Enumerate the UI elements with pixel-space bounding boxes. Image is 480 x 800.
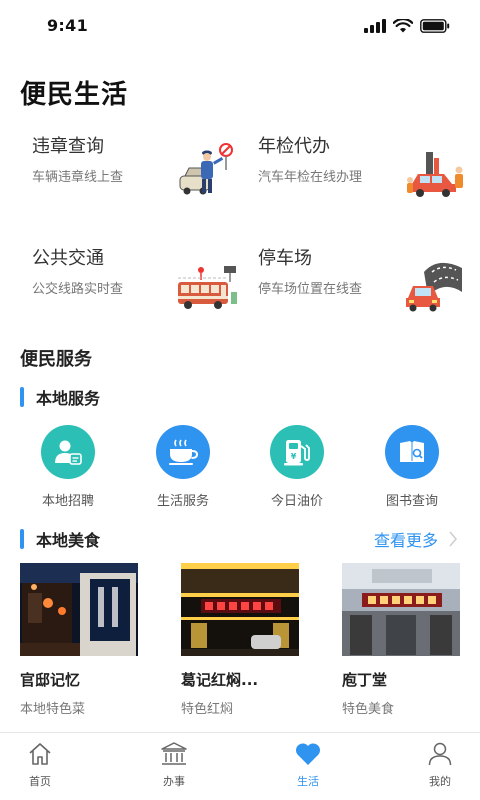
tab-life[interactable]: 生活 [268,739,348,789]
feature-title: 公共交通 [32,248,104,269]
bottom-tab-bar: 首页 办事 生活 我的 [0,732,480,800]
status-icons [364,18,450,34]
restaurant-photo [20,563,138,656]
user-icon [428,742,452,766]
restaurant-name: 官邸记忆 [20,671,81,689]
feature-violation-query[interactable]: 违章查询 车辆违章线上查 [20,132,240,232]
service-book-search[interactable]: 图书查询 [357,425,467,509]
tab-label: 办事 [163,775,185,788]
page-title: 便民生活 [20,80,129,110]
service-life-services[interactable]: 生活服务 [128,425,238,509]
feature-subtitle: 公交线路实时查 [32,282,124,297]
cellular-signal-icon [364,19,386,33]
feature-subtitle: 停车场位置在线查 [258,282,363,297]
car-inspection-illustration [407,152,463,197]
service-label: 生活服务 [156,494,209,509]
accent-bar [20,387,24,407]
section-heading-services: 便民服务 [20,349,92,370]
subheading-title: 本地服务 [36,389,101,408]
wifi-icon [393,19,413,33]
accent-bar [20,529,24,549]
coffee-cup-icon [156,425,210,479]
traffic-police-illustration [179,143,233,195]
service-label: 今日油价 [270,494,323,509]
book-search-icon [385,425,439,479]
restaurant-desc: 本地特色菜 [20,702,86,717]
home-icon [29,743,51,765]
feature-annual-inspection[interactable]: 年检代办 汽车年检在线办理 [246,132,466,232]
fuel-pump-icon: ¥ [270,425,324,479]
service-label: 图书查询 [385,494,438,509]
view-more-label: 查看更多 [373,531,438,550]
battery-icon [420,19,450,33]
feature-subtitle: 汽车年检在线办理 [258,170,363,185]
restaurant-photo [181,563,299,656]
feature-title: 停车场 [258,248,312,269]
restaurant-desc: 特色美食 [342,702,395,717]
feature-subtitle: 车辆违章线上查 [32,170,124,185]
tab-label: 生活 [297,775,319,788]
tab-label: 我的 [429,775,451,788]
restaurant-photo [342,563,460,656]
food-card[interactable]: 庖丁堂 特色美食 [342,563,460,717]
tab-mine[interactable]: 我的 [400,739,480,789]
view-more-link[interactable]: 查看更多 [374,527,458,551]
recruit-icon [41,425,95,479]
svg-text:¥: ¥ [291,452,297,461]
food-card[interactable]: 葛记红焖... 特色红焖 [181,563,299,717]
subheading-title: 本地美食 [36,531,101,550]
parking-illustration [406,262,462,312]
tab-home[interactable]: 首页 [0,739,80,789]
restaurant-name: 葛记红焖... [181,671,259,689]
tab-affairs[interactable]: 办事 [134,739,214,789]
chevron-right-icon [449,531,458,547]
feature-title: 年检代办 [258,136,330,157]
feature-title: 违章查询 [32,136,104,157]
subheading-local-food: 本地美食 [20,527,100,551]
feature-public-transport[interactable]: 公共交通 公交线路实时查 [20,244,240,344]
restaurant-name: 庖丁堂 [342,671,388,689]
status-time: 9:41 [47,16,88,35]
government-building-icon [161,742,187,765]
food-card[interactable]: 官邸记忆 本地特色菜 [20,563,138,717]
restaurant-desc: 特色红焖 [181,702,234,717]
service-label: 本地招聘 [41,494,94,509]
status-bar: 9:41 [0,0,480,52]
service-local-recruit[interactable]: 本地招聘 [13,425,123,509]
bus-illustration [178,266,237,309]
tab-label: 首页 [29,775,51,788]
feature-parking[interactable]: 停车场 停车场位置在线查 [246,244,466,344]
heart-icon [295,743,321,765]
subheading-local-services: 本地服务 [20,385,100,409]
service-oil-price[interactable]: ¥ 今日油价 [242,425,352,509]
